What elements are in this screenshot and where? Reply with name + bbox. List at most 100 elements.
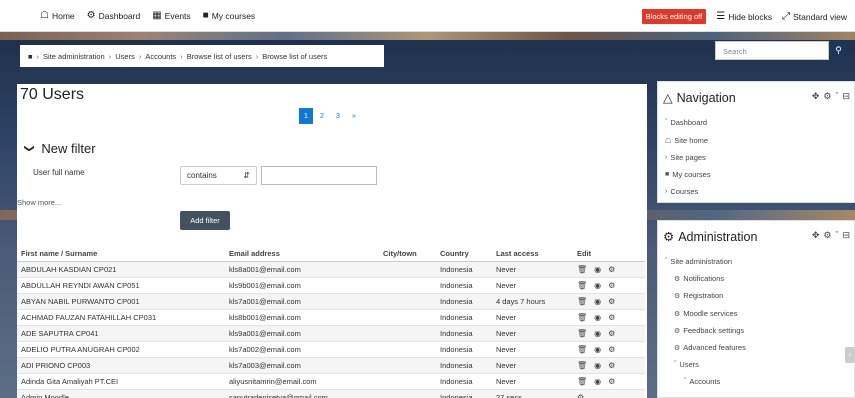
trash-icon[interactable]: 🗑 — [577, 377, 587, 386]
eye-icon[interactable]: ◉ — [594, 297, 601, 306]
navigation-block-title: △ Navigation — [663, 90, 736, 106]
filter-text-input[interactable] — [261, 166, 377, 185]
gear-icon[interactable]: ⚙ — [608, 265, 615, 274]
gear-icon[interactable]: ⚙ — [608, 345, 615, 354]
gear-icon[interactable]: ⚙ — [608, 281, 615, 290]
admin-item-advanced-features[interactable]: ⚙ Advanced features — [674, 343, 746, 352]
gear-icon[interactable]: ⚙ — [608, 313, 615, 322]
admin-item-site-administration[interactable]: ˇ Site administration — [665, 257, 732, 266]
admin-item-users[interactable]: ˇ Users — [674, 360, 699, 369]
edit-actions: 🗑 ◉ ⚙ — [577, 310, 645, 325]
next-page-link[interactable]: » — [347, 108, 361, 124]
blocks-editing-toggle[interactable]: Blocks editing off — [641, 9, 707, 24]
search-button[interactable]: ⚲ — [830, 41, 847, 60]
admin-item-feedback-settings[interactable]: ⚙ Feedback settings — [674, 326, 744, 335]
edit-actions: ⚙ — [577, 390, 645, 398]
admin-item-notifications[interactable]: ⚙ Notifications — [674, 274, 724, 283]
eye-icon[interactable]: ◉ — [594, 313, 601, 322]
scroll-handle[interactable]: ‹ — [845, 347, 855, 363]
cell-name[interactable]: ABDULAH KASDIAN CP021 — [17, 261, 225, 278]
trash-icon[interactable]: 🗑 — [577, 345, 587, 354]
trash-icon[interactable]: 🗑 — [577, 281, 587, 290]
cell-name[interactable]: ABYAN NABIL PURWANTO CP001 — [17, 293, 225, 310]
trash-icon[interactable]: 🗑 — [577, 265, 587, 274]
show-more-link[interactable]: Show more... — [17, 198, 61, 207]
operator-select[interactable]: contains ⇵ — [180, 166, 257, 185]
cell-email: kls7a003@email.com — [225, 357, 379, 374]
nav-item-dashboard[interactable]: ˇ Dashboard — [665, 118, 707, 127]
gear-icon[interactable]: ⚙ — [608, 361, 615, 370]
trash-icon[interactable]: 🗑 — [577, 297, 587, 306]
chevron-down-icon[interactable]: ˇ — [835, 91, 838, 102]
gear-icon[interactable]: ⚙ — [608, 377, 615, 386]
chevron-down-icon[interactable]: ˇ — [835, 230, 838, 241]
cell-name[interactable]: Adinda Gita Amaliyah PT.CEI — [17, 373, 225, 390]
page-link[interactable]: 1 — [299, 108, 313, 124]
page-title: 70 Users — [20, 86, 85, 103]
breadcrumb-item[interactable]: Browse list of users — [187, 52, 252, 61]
add-filter-button[interactable]: Add filter — [180, 211, 230, 230]
col-country-header[interactable]: Country — [436, 247, 492, 262]
search-input[interactable]: Search — [715, 41, 829, 60]
nav-events[interactable]: ▦ Events — [152, 10, 190, 21]
admin-item-moodle-services[interactable]: ⚙ Moodle services — [674, 309, 737, 318]
eye-icon[interactable]: ◉ — [594, 361, 601, 370]
cell-name[interactable]: ADE SAPUTRA CP041 — [17, 325, 225, 342]
gear-icon[interactable]: ⚙ — [823, 91, 831, 102]
nav-item-site-pages[interactable]: › Site pages — [665, 153, 706, 162]
cell-name[interactable]: ADELIO PUTRA ANUGRAH CP002 — [17, 341, 225, 358]
nav-home[interactable]: ☖ Home — [40, 10, 75, 21]
admin-item-registration[interactable]: ⚙ Registration — [674, 291, 723, 300]
gear-icon[interactable]: ⚙ — [823, 230, 831, 241]
page-link[interactable]: 2 — [315, 108, 329, 124]
hide-blocks-button[interactable]: ☰ Hide blocks — [716, 11, 772, 22]
standard-view-button[interactable]: ⤢ Standard view — [782, 11, 847, 22]
cell-edit: 🗑 ◉ ⚙ — [573, 261, 645, 278]
move-icon[interactable]: ✥ — [812, 230, 820, 241]
nav-item-site-home[interactable]: ☖ Site home — [665, 136, 708, 145]
cell-name[interactable]: Admin Moodle — [17, 389, 225, 398]
nav-my-courses[interactable]: ■ My courses — [203, 10, 256, 21]
cell-last-access: 4 days 7 hours — [492, 293, 573, 310]
nav-dashboard[interactable]: ⚙ Dashboard — [87, 10, 141, 21]
edit-actions: 🗑 ◉ ⚙ — [577, 342, 645, 357]
col-email-header[interactable]: Email address — [225, 247, 379, 262]
cell-name[interactable]: ABDULLAH REYNDI AWAN CP051 — [17, 277, 225, 294]
trash-icon[interactable]: 🗑 — [577, 313, 587, 322]
breadcrumb-item[interactable]: Site administration — [43, 52, 105, 61]
gear-icon[interactable]: ⚙ — [608, 329, 615, 338]
page-link[interactable]: 3 — [331, 108, 345, 124]
gear-icon[interactable]: ⚙ — [577, 393, 584, 398]
graduation-cap-icon: ■ — [665, 171, 670, 178]
move-icon[interactable]: ✥ — [812, 91, 820, 102]
new-filter-toggle[interactable]: ❯ New filter — [24, 141, 96, 156]
gear-icon[interactable]: ⚙ — [608, 297, 615, 306]
eye-icon[interactable]: ◉ — [594, 265, 601, 274]
eye-icon[interactable]: ◉ — [594, 281, 601, 290]
cell-name[interactable]: ACHMAD FAUZAN FATAHILLAH CP031 — [17, 309, 225, 326]
cell-edit: 🗑 ◉ ⚙ — [573, 341, 645, 358]
minimize-icon[interactable]: ⊟ — [842, 230, 850, 241]
eye-icon[interactable]: ◉ — [594, 329, 601, 338]
cell-last-access: 27 secs — [492, 389, 573, 398]
nav-item-courses[interactable]: › Courses — [665, 187, 698, 196]
cell-city — [379, 293, 436, 310]
col-city-header[interactable]: City/town — [379, 247, 436, 262]
minimize-icon[interactable]: ⊟ — [842, 91, 850, 102]
standard-view-label: Standard view — [793, 11, 847, 22]
col-name-header[interactable]: First name / Surname — [17, 247, 225, 262]
cell-name[interactable]: ADI PRIONO CP003 — [17, 357, 225, 374]
cell-country: Indonesia — [436, 389, 492, 398]
eye-icon[interactable]: ◉ — [594, 345, 601, 354]
breadcrumb-item[interactable]: Users — [115, 52, 135, 61]
admin-item-accounts[interactable]: ˇ Accounts — [684, 377, 720, 386]
breadcrumb-item[interactable]: Accounts — [145, 52, 176, 61]
administration-block-title: ⚙ Administration — [663, 229, 758, 245]
trash-icon[interactable]: 🗑 — [577, 329, 587, 338]
eye-icon[interactable]: ◉ — [594, 377, 601, 386]
nav-item-my-courses[interactable]: ■ My courses — [665, 170, 711, 179]
cell-email: kls8a001@email.com — [225, 261, 379, 278]
trash-icon[interactable]: 🗑 — [577, 361, 587, 370]
administration-block: ⚙ Administration ✥ ⚙ ˇ ⊟ ˇ Site administr… — [657, 220, 855, 398]
col-last-access-header[interactable]: Last access — [492, 247, 573, 262]
